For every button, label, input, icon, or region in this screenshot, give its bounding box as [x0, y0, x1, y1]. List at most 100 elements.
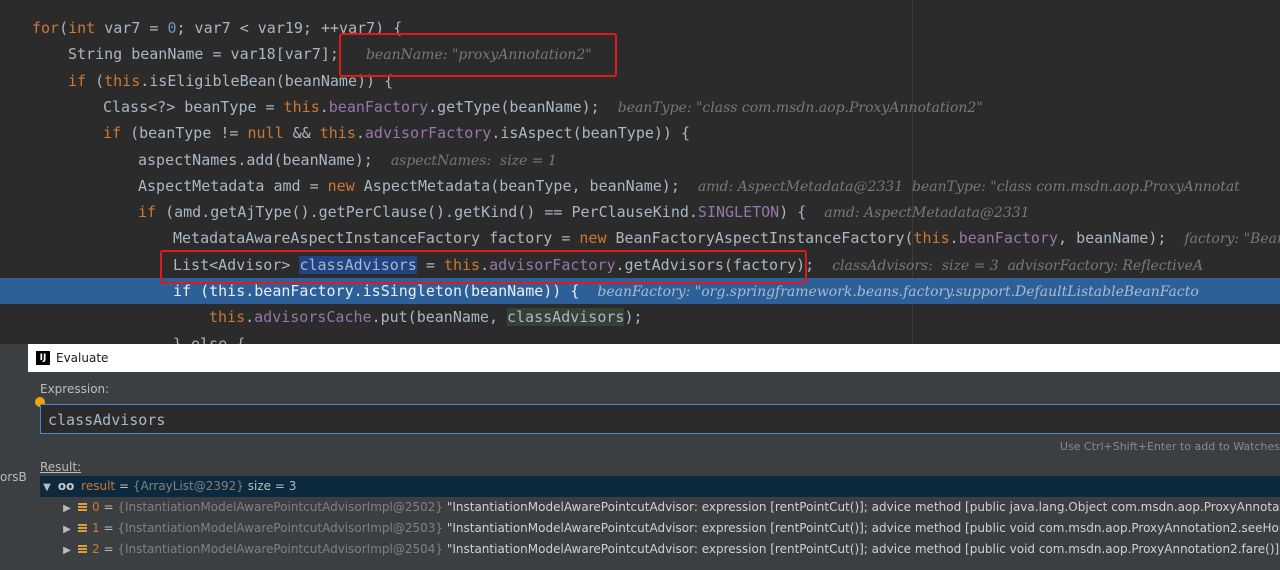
inline-debug-value: beanType: "class com.msdn.aop.ProxyAnnot… — [617, 99, 983, 116]
entry-eq: = — [99, 521, 118, 535]
inline-debug-value: beanFactory: "org.springframework.beans.… — [597, 284, 1199, 300]
result-eq: = — [118, 479, 133, 493]
entry-eq: = — [99, 500, 118, 514]
code-line-if-eligible[interactable]: if (this.isEligibleBean(beanName)) { — [0, 68, 1280, 94]
code-line-aspect-metadata[interactable]: AspectMetadata amd = new AspectMetadata(… — [0, 173, 1280, 199]
entry-index: 0 — [92, 500, 100, 514]
entry-type: {InstantiationModelAwarePointcutAdvisorI… — [117, 521, 444, 535]
code-token: classAdvisors — [507, 308, 625, 327]
code-line-cache-put[interactable]: this.advisorsCache.put(beanName, classAd… — [0, 304, 1280, 330]
entry-description: "InstantiationModelAwarePointcutAdvisor:… — [446, 521, 1280, 535]
collapse-arrow-icon[interactable]: ▼ — [40, 477, 54, 497]
entry-index: 2 — [92, 542, 100, 556]
code-token: (amd.getAjType().getPerClause().getKind(… — [156, 203, 698, 222]
code-token: this — [104, 71, 141, 90]
entry-description: "InstantiationModelAwarePointcutAdvisor:… — [446, 500, 1280, 514]
result-children: ▶ 0 = {InstantiationModelAwarePointcutAdv… — [40, 497, 1280, 560]
code-token: this — [283, 97, 320, 116]
code-token: .put(beanName, — [371, 308, 508, 327]
highlight-box-beanname — [339, 33, 617, 77]
code-line-if-singleton-kind[interactable]: if (amd.getAjType().getPerClause().getKi… — [0, 199, 1280, 225]
result-child-row[interactable]: ▶ 2 = {InstantiationModelAwarePointcutAdv… — [40, 539, 1280, 560]
code-token: AspectMetadata amd = — [138, 176, 328, 195]
code-token: ); — [624, 308, 643, 327]
result-name: result — [81, 479, 116, 493]
result-label: Result: — [40, 460, 82, 474]
entry-index: 1 — [92, 521, 100, 535]
entry-description: "InstantiationModelAwarePointcutAdvisor:… — [446, 542, 1280, 556]
entry-type: {InstantiationModelAwarePointcutAdvisorI… — [117, 542, 444, 556]
dialog-title: Evaluate — [56, 351, 109, 365]
code-token: String beanName = var18[var7]; — [68, 45, 348, 64]
code-token: if — [173, 282, 192, 300]
entry-type: {InstantiationModelAwarePointcutAdvisorI… — [117, 500, 444, 514]
code-token: && — [283, 124, 320, 143]
code-token: var7 = — [95, 19, 168, 37]
intellij-icon: IJ — [36, 351, 50, 365]
inline-debug-value: aspectNames: size = 1 — [390, 152, 557, 169]
code-token: advisorFactory — [364, 124, 492, 143]
code-token: Class<?> beanType = — [103, 97, 284, 116]
list-entry-icon — [78, 545, 87, 554]
code-token: beanFactory — [328, 97, 429, 116]
list-entry-icon — [78, 524, 87, 533]
code-token: if — [68, 71, 87, 90]
dialog-titlebar[interactable]: IJ Evaluate — [28, 344, 1280, 372]
result-root-row[interactable]: ▼ oo result = {ArrayList@2392} size = 3 — [40, 476, 1280, 497]
expand-arrow-icon[interactable]: ▶ — [60, 519, 74, 539]
result-size: size = 3 — [247, 479, 297, 493]
code-token: . — [949, 229, 959, 248]
code-line-aspect-names-add[interactable]: aspectNames.add(beanName); aspectNames: s… — [0, 147, 1280, 173]
code-token: this — [209, 282, 246, 300]
code-token: new — [579, 229, 607, 248]
code-token: ( — [59, 19, 69, 37]
expression-input[interactable]: classAdvisors — [40, 404, 1280, 434]
code-token: ( — [191, 282, 210, 300]
inline-debug-value: amd: AspectMetadata@2331 beanType: "clas… — [697, 178, 1240, 195]
code-token: beanFactory — [958, 229, 1059, 248]
code-token: .beanFactory.isSingleton(beanName)) { — [245, 282, 580, 300]
code-token: new — [327, 176, 355, 195]
code-token: 0 — [167, 19, 177, 37]
code-token: AspectMetadata(beanType, beanName); — [354, 176, 680, 195]
code-token: . — [245, 308, 255, 327]
inline-debug-value: amd: AspectMetadata@2331 — [824, 205, 1030, 222]
code-token: this — [913, 229, 950, 248]
code-token: aspectNames.add(beanName); — [138, 150, 373, 169]
code-editor[interactable]: for(int var7 = 0; var7 < var19; ++var7) … — [0, 0, 1280, 344]
code-token: BeanFactoryAspectInstanceFactory( — [606, 229, 914, 248]
result-child-row[interactable]: ▶ 0 = {InstantiationModelAwarePointcutAdv… — [40, 497, 1280, 518]
code-token: (beanType != — [121, 124, 248, 143]
code-token: . — [319, 97, 329, 116]
code-token: if — [103, 124, 122, 143]
left-panel-strip: orsB — [0, 344, 28, 570]
code-line-bean-name[interactable]: String beanName = var18[var7]; beanName:… — [0, 41, 1280, 67]
inline-debug-value: factory: "Bean — [1184, 231, 1280, 248]
highlight-box-classadvisors — [160, 250, 807, 284]
expand-arrow-icon[interactable]: ▶ — [60, 540, 74, 560]
evaluate-dialog[interactable]: IJ Evaluate Expression: classAdvisors Us… — [28, 344, 1280, 570]
code-line-else[interactable]: } else { — [0, 331, 1280, 344]
result-tree[interactable]: ▼ oo result = {ArrayList@2392} size = 3 … — [40, 476, 1280, 566]
code-token: this — [209, 308, 246, 327]
code-token: null — [247, 124, 284, 143]
code-token: for — [32, 19, 60, 37]
code-line-bean-type[interactable]: Class<?> beanType = this.beanFactory.get… — [0, 94, 1280, 120]
code-token: if — [138, 203, 157, 222]
code-token: MetadataAwareAspectInstanceFactory facto… — [173, 229, 580, 248]
code-token: . — [355, 124, 365, 143]
code-token: advisorsCache — [254, 308, 372, 327]
code-token: SINGLETON — [697, 203, 780, 222]
code-token: .getType(beanName); — [428, 97, 600, 116]
expand-arrow-icon[interactable]: ▶ — [60, 498, 74, 518]
code-token: this — [319, 124, 356, 143]
code-line-factory-new[interactable]: MetadataAwareAspectInstanceFactory facto… — [0, 225, 1280, 251]
code-line-for-loop[interactable]: for(int var7 = 0; var7 < var19; ++var7) … — [0, 15, 1280, 41]
result-child-row[interactable]: ▶ 1 = {InstantiationModelAwarePointcutAdv… — [40, 518, 1280, 539]
code-token: ) { — [779, 203, 807, 222]
code-token: .isAspect(beanType)) { — [491, 124, 691, 143]
code-token: ( — [86, 71, 105, 90]
code-line-if-aspect[interactable]: if (beanType != null && this.advisorFact… — [0, 120, 1280, 146]
inline-debug-value: classAdvisors: size = 3 advisorFactory: … — [832, 257, 1204, 274]
entry-eq: = — [99, 542, 118, 556]
